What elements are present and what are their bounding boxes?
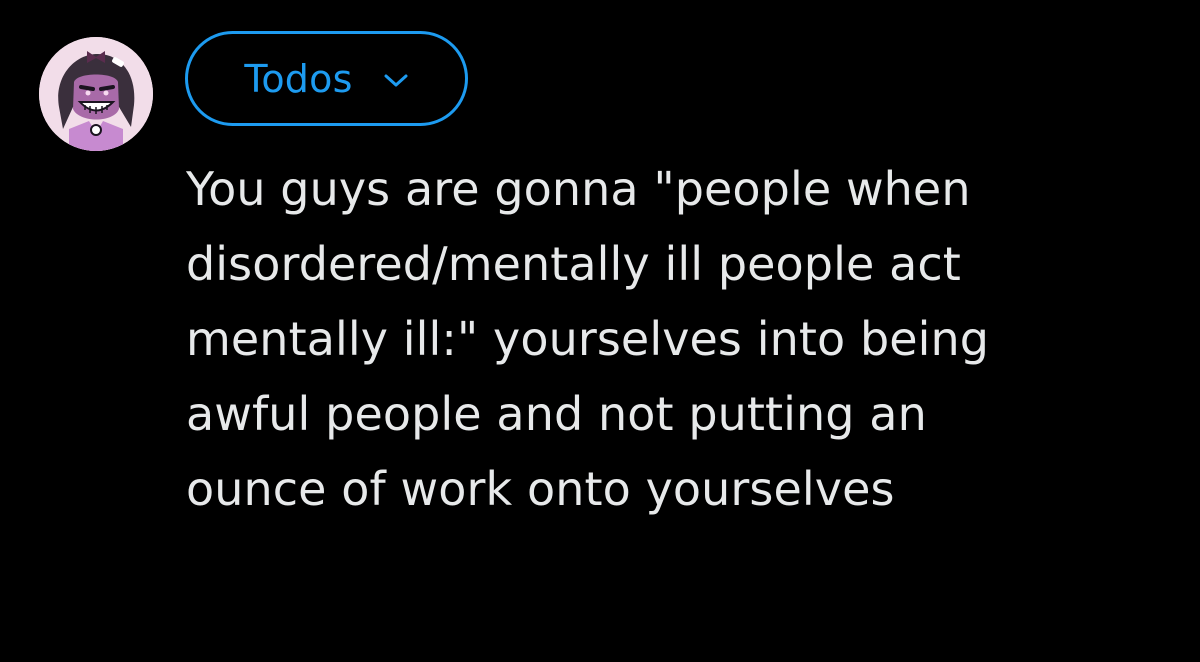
chevron-down-icon [383, 69, 409, 89]
tweet-text[interactable]: You guys are gonna "people when disorder… [186, 152, 1176, 527]
tweet-line: ounce of work onto yourselves [186, 462, 895, 516]
tweet-line: awful people and not putting an [186, 387, 927, 441]
avatar-image [39, 37, 153, 151]
audience-selector-button[interactable]: Todos [185, 31, 468, 126]
tweet-line: You guys are gonna "people when [186, 162, 971, 216]
tweet-line: mentally ill:" yourselves into being [186, 312, 990, 366]
avatar[interactable] [39, 37, 153, 151]
audience-label: Todos [244, 56, 353, 101]
tweet-line: disordered/mentally ill people act [186, 237, 961, 291]
